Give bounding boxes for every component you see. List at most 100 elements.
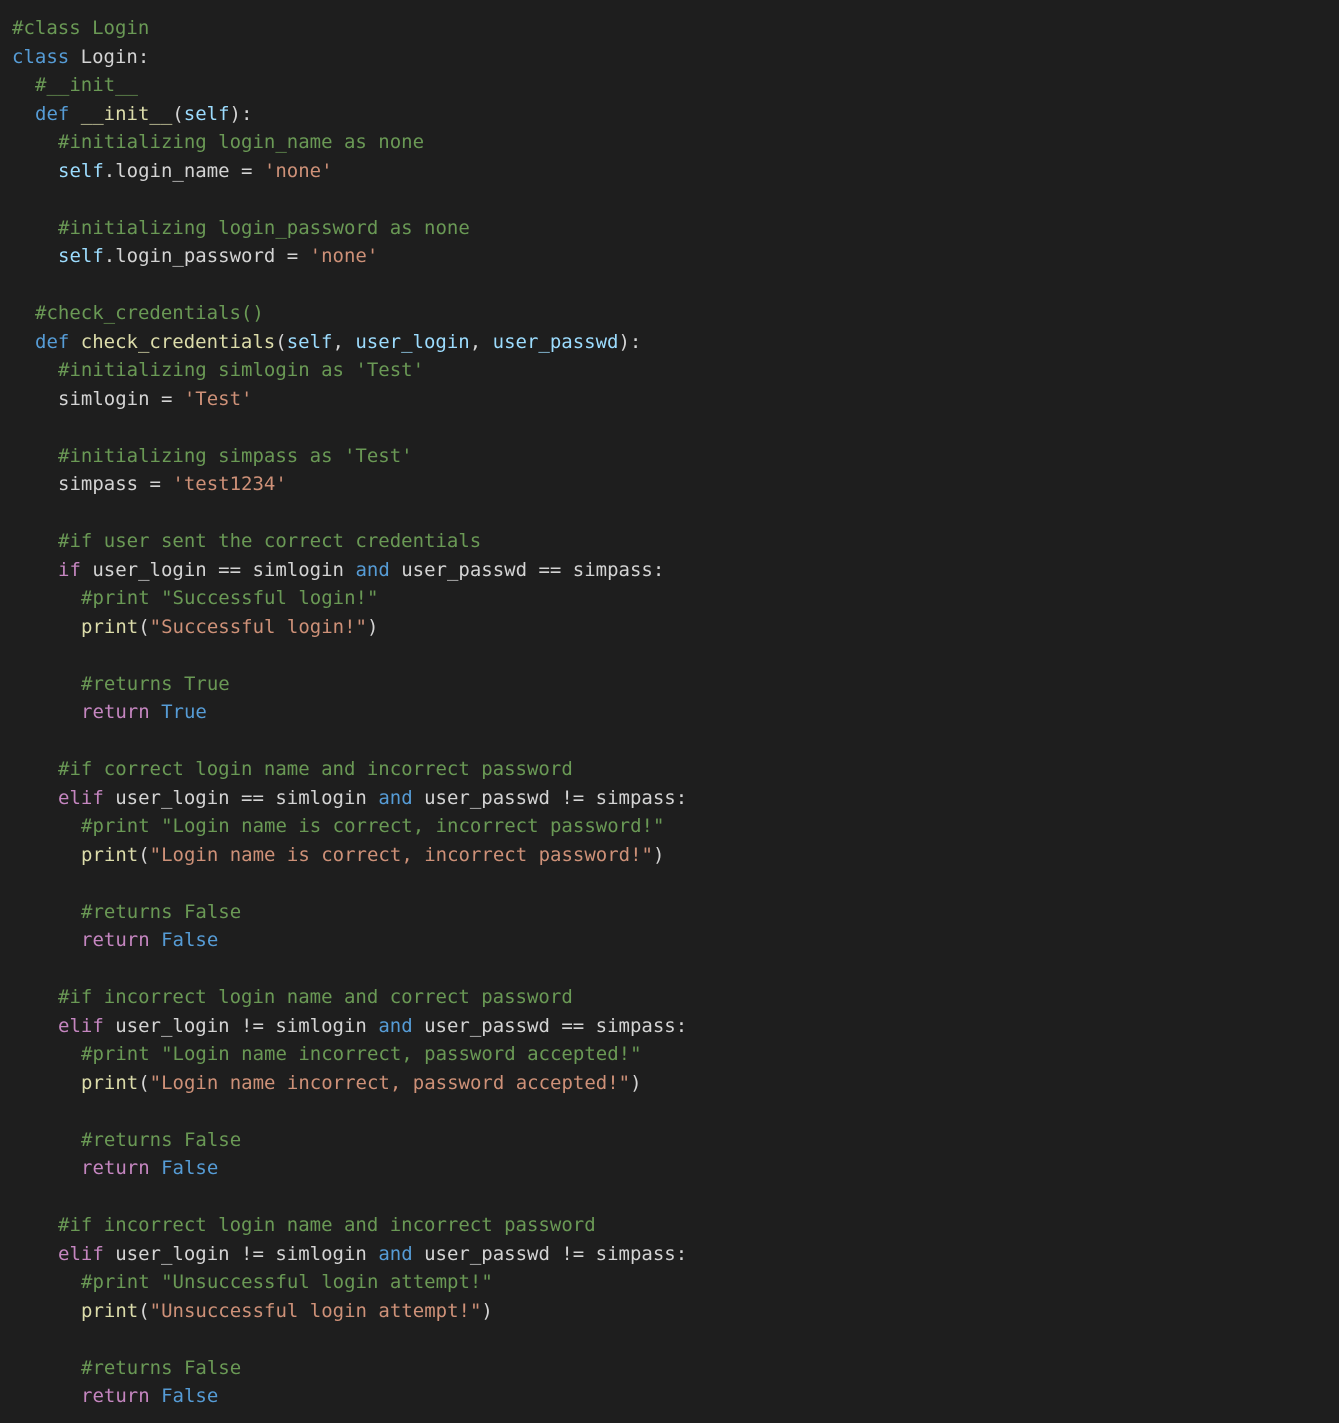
code-token-string: 'none' [263,159,333,182]
blank-line[interactable] [12,413,1339,442]
blank-line[interactable] [12,499,1339,528]
code-token-storage: def [35,330,70,353]
code-token-comment: #initializing login_name as none [58,131,425,153]
code-token-string: 'Test' [183,387,253,410]
code-line[interactable]: #returns False [12,1354,1339,1383]
code-line[interactable]: class Login: [12,43,1339,72]
code-line[interactable]: #__init__ [12,71,1339,100]
code-line[interactable]: #print "Login name incorrect, password a… [12,1040,1339,1069]
code-line[interactable]: self.login_password = 'none' [12,242,1339,271]
code-token-keyword: return [81,701,150,723]
code-token-comment: #if user sent the correct credentials [58,530,482,552]
code-line[interactable]: self.login_name = 'none' [12,157,1339,186]
code-token-plain: user_login != simlogin [103,1242,379,1265]
code-line[interactable]: #print "Login name is correct, incorrect… [12,812,1339,841]
code-token-storage: and [378,1242,413,1265]
code-editor[interactable]: #class Login class Login: #__init__def __i… [0,0,1339,1423]
code-token-plain: : [137,45,150,68]
code-line[interactable]: #check_credentials() [12,299,1339,328]
code-token-string: "Login name is correct, incorrect passwo… [149,843,653,866]
code-token-plain: ) [630,1071,642,1094]
code-token-keyword: if [58,558,81,581]
code-line[interactable]: simlogin = 'Test' [12,385,1339,414]
code-token-plain: ( [138,615,150,638]
code-line[interactable]: #print "Unsuccessful login attempt!" [12,1268,1339,1297]
blank-line[interactable] [12,727,1339,756]
code-line[interactable]: #if incorrect login name and correct pas… [12,983,1339,1012]
blank-line[interactable] [12,1325,1339,1354]
code-token-plain: ( [138,1299,150,1322]
code-token-const: True [161,701,207,723]
code-line[interactable]: #if correct login name and incorrect pas… [12,755,1339,784]
code-token-param: self [183,102,230,125]
code-token-keyword: return [81,929,150,951]
blank-line[interactable] [12,641,1339,670]
code-line[interactable]: #if incorrect login name and incorrect p… [12,1211,1339,1240]
code-line[interactable]: #initializing login_name as none [12,128,1339,157]
code-token-const: False [161,929,219,951]
code-line[interactable]: #if user sent the correct credentials [12,527,1339,556]
code-line[interactable]: def check_credentials(self, user_login, … [12,328,1339,357]
code-token-keyword: return [81,1385,150,1407]
blank-line[interactable] [12,1183,1339,1212]
code-token-comment: #initializing simpass as 'Test' [58,444,413,467]
code-line[interactable]: #initializing simpass as 'Test' [12,442,1339,471]
code-token-plain: ) [652,843,665,866]
code-line[interactable]: return False [12,1154,1339,1183]
code-line[interactable]: print("Login name incorrect, password ac… [12,1069,1339,1098]
code-line[interactable]: print("Login name is correct, incorrect … [12,841,1339,870]
code-token-comment: #returns False [81,900,242,923]
code-token-plain: simpass = [58,473,173,495]
blank-line[interactable] [12,185,1339,214]
code-token-plain: ): [618,330,642,353]
code-line[interactable]: #print "Successful login!" [12,584,1339,613]
code-line[interactable]: print("Successful login!") [12,613,1339,642]
blank-line[interactable] [12,955,1339,984]
code-token-storage: and [378,786,413,809]
code-token-plain: user_passwd == simpass: [412,1014,688,1037]
code-token-plain: ( [138,1071,150,1094]
code-line[interactable]: elif user_login != simlogin and user_pas… [12,1012,1339,1041]
code-line[interactable]: elif user_login == simlogin and user_pas… [12,784,1339,813]
code-line[interactable]: #initializing simlogin as 'Test' [12,356,1339,385]
code-line[interactable]: if user_login == simlogin and user_passw… [12,556,1339,585]
code-token-plain: user_login == simlogin [80,558,356,581]
code-line[interactable]: return False [12,926,1339,955]
code-line[interactable]: simpass = 'test1234' [12,470,1339,499]
code-line[interactable]: #returns False [12,1126,1339,1155]
code-token-plain: ) [367,615,379,638]
code-token-plain: ): [229,102,253,125]
code-line[interactable]: elif user_login != simlogin and user_pas… [12,1240,1339,1269]
blank-line[interactable] [12,869,1339,898]
code-token-comment: #__init__ [35,74,138,96]
code-token-comment: #initializing login_password as none [58,216,470,239]
blank-line[interactable] [12,271,1339,300]
code-line[interactable]: #class Login [12,14,1339,43]
code-token-string: "Successful login!" [149,615,367,638]
code-token-plain: ) [481,1299,493,1322]
code-token-func: print [81,1071,139,1094]
code-token-plain: , [469,330,493,353]
code-line[interactable]: return False [12,1382,1339,1411]
code-line[interactable]: #initializing login_password as none [12,214,1339,243]
code-token-string: 'test1234' [172,473,287,495]
code-line[interactable]: def __init__(self): [12,100,1339,129]
code-token-plain: .login_name = [103,159,264,182]
code-token-string: "Login name incorrect, password accepted… [149,1071,631,1094]
code-token-param: user_login [355,330,470,353]
code-line[interactable]: print("Unsuccessful login attempt!") [12,1297,1339,1326]
code-token-func: __init__ [80,102,173,125]
code-line[interactable]: #returns False [12,898,1339,927]
code-line[interactable]: return True [12,698,1339,727]
code-line[interactable]: #returns True [12,670,1339,699]
code-token-param: self [286,330,333,353]
blank-line[interactable] [12,1097,1339,1126]
code-token-comment: #if incorrect login name and incorrect p… [58,1214,596,1236]
code-token-comment: #check_credentials() [35,302,264,324]
code-token-plain: ( [138,843,150,866]
code-token-plain: simlogin = [58,387,184,410]
